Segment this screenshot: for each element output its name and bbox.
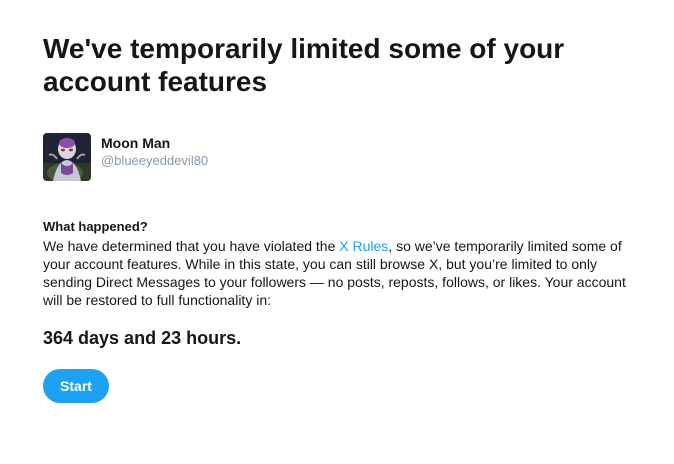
avatar xyxy=(43,133,91,181)
account-info: Moon Man @blueeyeddevil80 xyxy=(101,133,208,169)
what-happened-description: We have determined that you have violate… xyxy=(43,237,633,309)
what-happened-heading: What happened? xyxy=(43,219,148,234)
account-handle: @blueeyeddevil80 xyxy=(101,153,209,168)
restriction-countdown: 364 days and 23 hours. xyxy=(43,328,242,348)
restriction-page: We've temporarily limited some of your a… xyxy=(0,0,674,464)
account-card: Moon Man @blueeyeddevil80 xyxy=(43,133,208,181)
character-avatar-icon xyxy=(43,133,91,181)
start-button[interactable]: Start xyxy=(43,369,109,403)
description-text-before-link: We have determined that you have violate… xyxy=(43,238,340,254)
display-name: Moon Man xyxy=(101,135,171,151)
x-rules-link[interactable]: X Rules xyxy=(339,238,388,254)
page-title: We've temporarily limited some of your a… xyxy=(43,33,565,97)
